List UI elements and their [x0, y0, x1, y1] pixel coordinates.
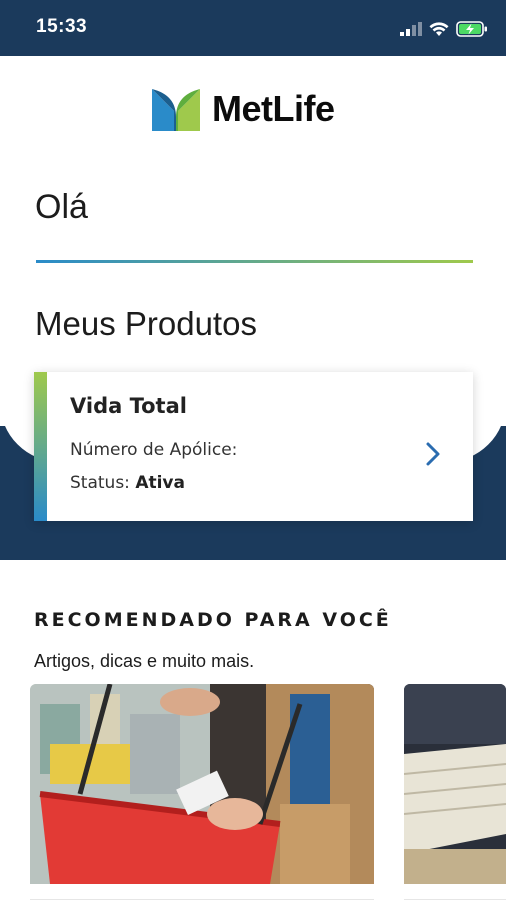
status-bar: 15:33 — [0, 0, 506, 56]
article-card[interactable] — [404, 684, 506, 900]
status-row: Status: Ativa — [70, 473, 185, 493]
shopping-basket-photo — [30, 684, 374, 884]
recommended-subtitle: Artigos, dicas e muito mais. — [34, 651, 255, 671]
wifi-icon — [429, 21, 449, 36]
article-card-footer — [404, 884, 506, 900]
metlife-logo: MetLife — [152, 86, 335, 132]
status-time: 15:33 — [36, 16, 88, 37]
status-label: Status: — [70, 473, 130, 493]
policy-number-label: Número de Apólice: — [70, 440, 238, 460]
status-icons — [400, 18, 488, 40]
chevron-right-icon[interactable] — [423, 440, 443, 468]
signal-icon — [400, 22, 422, 36]
products-title: Meus Produtos — [35, 305, 257, 342]
article-card-footer — [30, 884, 374, 900]
recommended-title: RECOMENDADO PARA VOCÊ — [34, 609, 392, 631]
metlife-logo-text: MetLife — [212, 88, 335, 129]
product-card-accent — [34, 372, 47, 521]
product-card[interactable]: Vida Total Número de Apólice: Status: At… — [34, 372, 473, 521]
status-value: Ativa — [135, 473, 185, 493]
greeting-heading: Olá — [35, 188, 88, 226]
metlife-logo-icon — [152, 89, 200, 131]
article-card[interactable] — [30, 684, 374, 900]
gradient-divider — [36, 260, 473, 263]
documents-photo — [404, 684, 506, 884]
battery-charging-icon — [456, 21, 487, 37]
policy-number-row: Número de Apólice: — [70, 440, 237, 460]
product-name: Vida Total — [70, 394, 187, 418]
